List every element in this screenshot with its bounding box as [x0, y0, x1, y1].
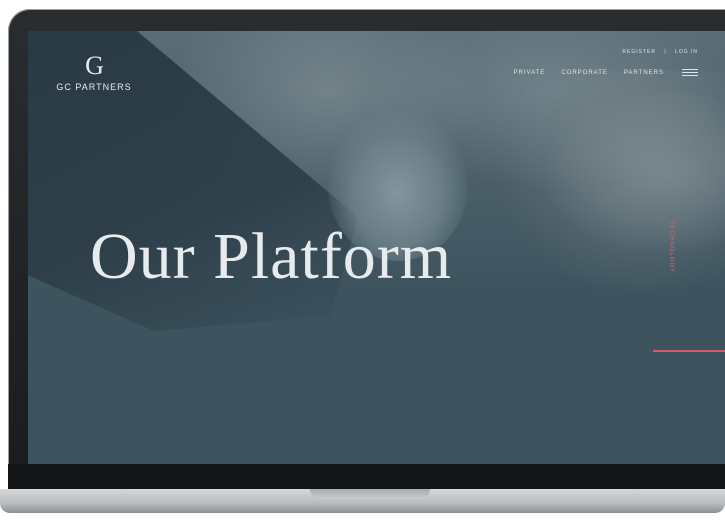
- link-separator: |: [664, 49, 667, 55]
- accent-line: [653, 350, 725, 352]
- register-link[interactable]: REGISTER: [622, 49, 656, 55]
- hero-title: Our Platform: [90, 220, 453, 293]
- main-nav: PRIVATE CORPORATE PARTNERS: [498, 67, 698, 78]
- account-links: REGISTER | LOG IN: [498, 49, 698, 55]
- hamburger-menu-icon[interactable]: [682, 67, 698, 78]
- background-figure: [498, 71, 725, 301]
- nav-item-partners[interactable]: PARTNERS: [624, 70, 664, 76]
- laptop-bezel-bottom: [8, 464, 725, 489]
- section-label-technology[interactable]: TECHNOLOGY: [668, 221, 674, 273]
- logo-text: GC PARTNERS: [56, 82, 132, 92]
- website-screen: G GC PARTNERS REGISTER | LOG IN PRIVATE …: [28, 31, 725, 464]
- nav-item-private[interactable]: PRIVATE: [514, 70, 546, 76]
- login-link[interactable]: LOG IN: [675, 49, 698, 55]
- laptop-notch: [310, 489, 430, 499]
- gc-partners-logo[interactable]: G GC PARTNERS: [54, 51, 134, 92]
- nav-item-corporate[interactable]: CORPORATE: [561, 70, 608, 76]
- top-navigation: REGISTER | LOG IN PRIVATE CORPORATE PART…: [498, 49, 698, 78]
- logo-mark: G: [85, 51, 104, 80]
